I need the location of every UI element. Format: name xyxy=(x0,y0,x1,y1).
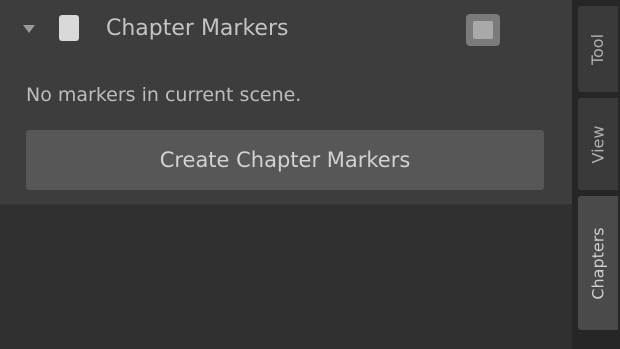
tab-chapters[interactable]: Chapters xyxy=(578,196,618,330)
sidebar-tabs: Tool View Chapters xyxy=(572,0,620,349)
app-window: Chapter Markers No markers in current sc… xyxy=(0,0,620,349)
tab-tool[interactable]: Tool xyxy=(578,6,618,92)
panel-title: Chapter Markers xyxy=(106,16,289,41)
panel-header: Chapter Markers xyxy=(0,0,572,58)
chevron-down-icon[interactable] xyxy=(22,24,36,34)
chapter-markers-panel: Chapter Markers No markers in current sc… xyxy=(0,0,572,205)
tab-view-label: View xyxy=(588,125,608,163)
chapter-marker-icon xyxy=(56,12,82,44)
panel-settings-icon[interactable] xyxy=(466,14,500,46)
tab-tool-label: Tool xyxy=(588,33,608,65)
empty-state-message: No markers in current scene. xyxy=(26,84,302,106)
tab-view[interactable]: View xyxy=(578,98,618,190)
tab-chapters-label: Chapters xyxy=(588,226,608,300)
create-chapter-markers-button[interactable]: Create Chapter Markers xyxy=(26,130,544,190)
